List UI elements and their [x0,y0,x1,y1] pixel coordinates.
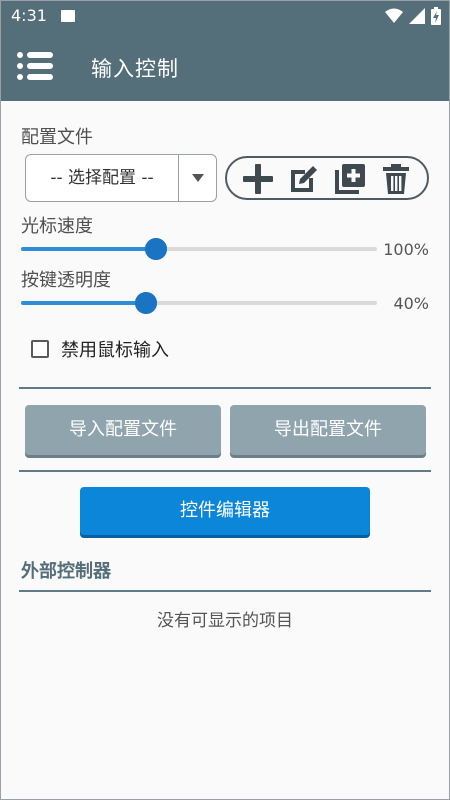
divider [19,590,431,592]
empty-list-message: 没有可显示的项目 [157,611,293,631]
disable-mouse-checkbox[interactable]: 禁用鼠标输入 [31,337,169,361]
disable-mouse-label: 禁用鼠标输入 [61,340,169,361]
page-title: 输入控制 [91,57,179,81]
screen: 4:31 输入控制 配置文件 -- 选择配置 -- 光标速度 100% 按键透明… [0,0,450,800]
status-time: 4:31 [11,6,47,25]
profile-select-value: -- 选择配置 -- [50,168,154,188]
profile-select[interactable]: -- 选择配置 -- [25,154,217,202]
status-icons [385,7,441,25]
image-notification-icon [61,10,75,22]
slider-fill [21,247,156,251]
battery-charging-icon [431,7,441,25]
select-divider [178,155,179,201]
button-opacity-label: 按键透明度 [21,270,111,291]
cursor-speed-value: 100% [383,240,429,259]
chevron-down-icon [192,174,204,182]
wifi-icon [385,8,403,23]
menu-icon[interactable] [17,52,53,80]
status-bar: 4:31 [1,1,449,31]
app-bar: 输入控制 [1,31,449,101]
signal-icon [409,8,425,24]
cursor-speed-slider[interactable] [21,238,377,260]
duplicate-icon[interactable] [333,162,367,196]
delete-icon[interactable] [379,162,413,196]
profile-actions [225,156,429,200]
cursor-speed-label: 光标速度 [21,216,93,237]
divider [19,470,431,472]
button-opacity-slider[interactable] [21,292,377,314]
slider-thumb[interactable] [135,292,157,314]
slider-fill [21,301,146,305]
control-editor-button[interactable]: 控件编辑器 [80,487,370,535]
edit-icon[interactable] [287,162,321,196]
profile-label: 配置文件 [21,127,93,148]
import-profile-button[interactable]: 导入配置文件 [25,405,221,455]
button-opacity-value: 40% [393,294,429,313]
export-profile-button[interactable]: 导出配置文件 [230,405,426,455]
external-controllers-header: 外部控制器 [21,561,111,582]
divider [19,387,431,389]
slider-thumb[interactable] [145,238,167,260]
checkbox-box[interactable] [31,340,49,358]
add-icon[interactable] [241,162,275,196]
